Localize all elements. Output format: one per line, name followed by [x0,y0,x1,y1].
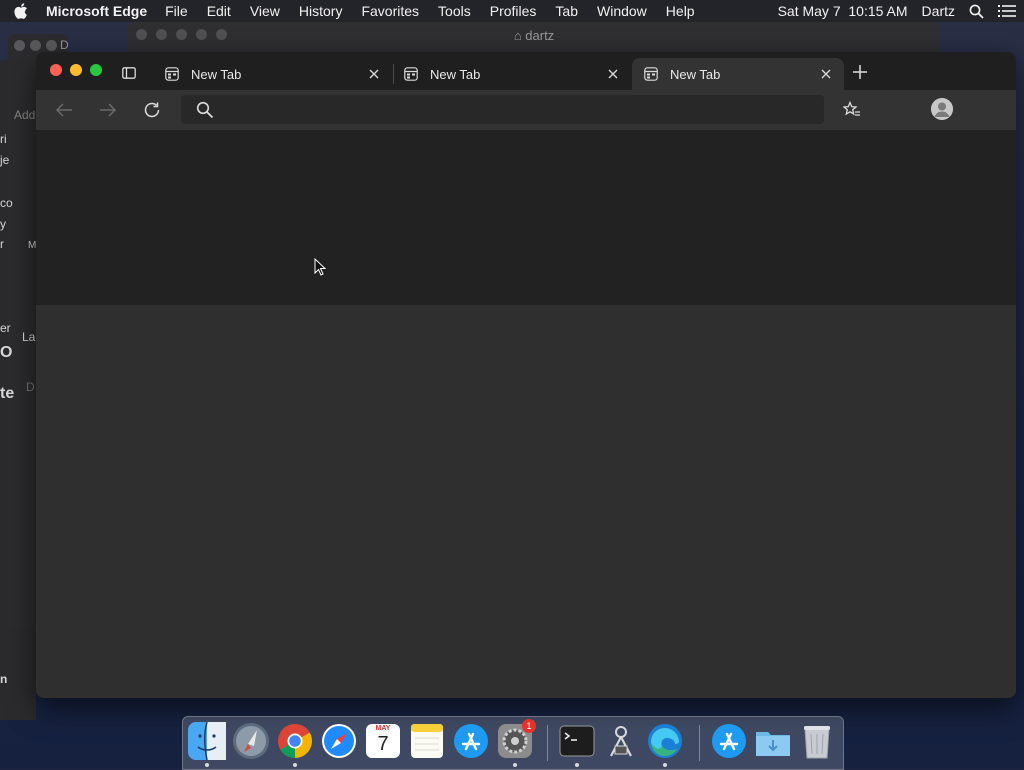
dock-running-indicator [293,763,297,767]
page-content-top [36,130,1016,305]
refresh-icon[interactable] [142,100,162,120]
back-arrow-icon[interactable] [54,100,74,120]
bg-text-fragment: je [0,153,10,167]
menu-tools[interactable]: Tools [438,3,471,19]
search-icon [196,101,214,119]
dock-finder-icon[interactable] [188,721,226,761]
bg-window-zoom-icon [46,40,57,51]
menubar-user[interactable]: Dartz [922,3,955,19]
apple-menu-icon[interactable] [14,3,30,19]
bg-text-fragment: te [0,385,15,402]
dock-app-store-download-icon[interactable] [710,722,748,760]
edge-browser-window: New Tab New Tab New Tab [36,52,1016,698]
dock-automator-icon[interactable] [602,722,640,760]
mouse-pointer-icon [314,257,327,276]
tab-actions-menu-icon[interactable] [122,66,136,79]
menu-app-name[interactable]: Microsoft Edge [46,3,147,19]
menu-favorites[interactable]: Favorites [361,3,419,19]
window-zoom-icon[interactable] [90,64,102,76]
bg-text-fragment: La [22,330,36,344]
dock-calendar-icon[interactable]: MAY 7 [364,722,402,760]
bg-text-fragment: ri [0,132,7,146]
menu-view[interactable]: View [250,3,280,19]
menu-profiles[interactable]: Profiles [490,3,537,19]
dock-chrome-icon[interactable] [276,722,314,760]
forward-arrow-icon[interactable] [98,100,118,120]
browser-tab[interactable]: New Tab [392,58,631,90]
dock-safari-icon[interactable] [320,722,358,760]
browser-tab[interactable]: New Tab [153,58,392,90]
home-folder-icon: ⌂ [513,28,526,43]
tab-title: New Tab [670,66,721,82]
window-close-icon[interactable] [50,64,62,76]
bg-window-minimize-icon [30,40,41,51]
notification-badge: 1 [522,719,536,733]
dock-trash-icon[interactable] [798,722,836,760]
menu-bar: Microsoft Edge File Edit View History Fa… [0,0,1024,22]
tab-close-icon[interactable] [368,68,380,80]
tab-strip: New Tab New Tab New Tab [36,52,1016,90]
menu-edit[interactable]: Edit [207,3,231,19]
dock-divider [547,725,548,761]
background-terminal-window: ⌂ dartz [128,22,940,52]
window-minimize-icon[interactable] [70,64,82,76]
browser-tab-active[interactable]: New Tab [632,58,844,90]
dock-running-indicator [575,763,579,767]
bg-window-title: Doc [60,38,68,52]
tab-title: New Tab [430,66,481,82]
bg-text-fragment: r [0,237,4,251]
bg-text-fragment: y [0,217,6,231]
new-tab-page-icon [165,67,179,81]
menu-tab[interactable]: Tab [555,3,578,19]
address-input[interactable] [225,99,809,122]
bg-text-fragment: Add [14,108,36,122]
menu-history[interactable]: History [299,3,343,19]
page-content-bottom [36,305,1016,698]
tab-close-icon[interactable] [820,68,832,80]
bg-window-close-icon [14,40,25,51]
tab-close-icon[interactable] [607,68,619,80]
dock-running-indicator [663,763,667,767]
new-tab-page-icon [644,67,658,81]
dock-downloads-folder-icon[interactable] [754,722,792,760]
bg-text-fragment: D [26,380,35,394]
bg-terminal-title: ⌂ dartz [128,28,940,43]
bg-terminal-title-text: dartz [525,28,555,43]
dock-divider [699,725,700,761]
spotlight-search-icon[interactable] [969,4,984,19]
dock: MAY 7 1 [182,716,844,770]
dock-edge-icon[interactable] [646,722,684,760]
bg-text-fragment: O [0,344,13,361]
calendar-day: 7 [377,733,389,755]
bg-text-fragment: er [0,321,11,335]
dock-launchpad-icon[interactable] [232,722,270,760]
browser-toolbar [36,90,1016,130]
menubar-clock[interactable]: Sat May 7 10:15 AM [778,3,908,19]
dock-notes-icon[interactable] [408,722,446,760]
bg-text-fragment: co [0,196,13,210]
tab-title: New Tab [191,66,242,82]
menu-window[interactable]: Window [597,3,647,19]
new-tab-plus-icon[interactable] [852,64,868,80]
dock-terminal-icon[interactable] [558,722,596,760]
dock-app-store-icon[interactable] [452,722,490,760]
new-tab-page-icon [404,67,418,81]
menu-file[interactable]: File [165,3,188,19]
dock-running-indicator [205,763,209,767]
favorites-star-icon[interactable] [842,100,862,120]
menu-help[interactable]: Help [666,3,695,19]
bg-text-fragment: n [0,672,8,686]
control-center-icon[interactable] [998,4,1016,18]
calendar-month: MAY [375,725,391,732]
profile-avatar-icon[interactable] [931,98,953,120]
address-bar[interactable] [181,95,824,124]
dock-running-indicator [513,763,517,767]
